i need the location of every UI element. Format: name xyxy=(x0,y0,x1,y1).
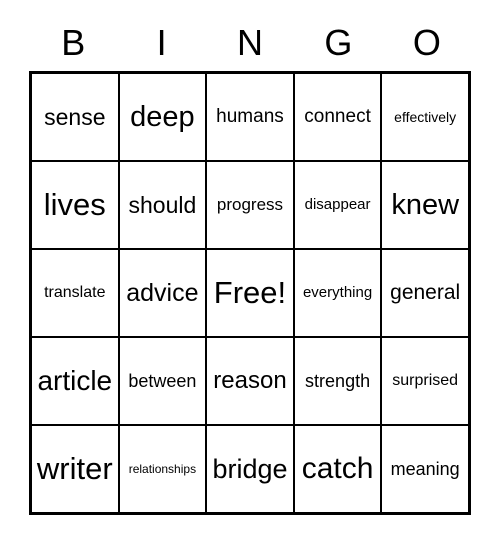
bingo-cell-label: disappear xyxy=(304,196,371,214)
bingo-header-row: B I N G O xyxy=(29,18,471,68)
bingo-cell[interactable]: meaning xyxy=(382,426,468,512)
bingo-cell-label: should xyxy=(128,191,197,218)
bingo-cell-label: writer xyxy=(36,450,113,486)
bingo-cell[interactable]: effectively xyxy=(382,74,468,160)
bingo-cell[interactable]: catch xyxy=(294,426,383,512)
bingo-cell-label: reason xyxy=(213,367,287,395)
bingo-cell-label: relationships xyxy=(128,461,197,476)
bingo-cell-label: progress xyxy=(216,195,284,215)
bingo-cell-label: strength xyxy=(305,370,371,391)
bingo-grid: sense deep humans connect effectively li… xyxy=(29,71,471,515)
bingo-cell-label: general xyxy=(390,280,461,304)
bingo-cell-label: translate xyxy=(44,283,106,301)
bingo-cell[interactable]: article xyxy=(32,338,120,424)
bingo-cell[interactable]: surprised xyxy=(382,338,468,424)
bingo-cell[interactable]: relationships xyxy=(119,426,208,512)
bingo-cell[interactable]: connect xyxy=(294,74,383,160)
bingo-cell-label: meaning xyxy=(390,458,460,479)
bingo-cell-label: advice xyxy=(126,278,199,307)
bingo-cell[interactable]: everything xyxy=(294,250,383,336)
bingo-cell-label: catch xyxy=(301,452,374,486)
bingo-row: lives should progress disappear knew xyxy=(32,162,468,250)
bingo-cell[interactable]: progress xyxy=(207,162,295,248)
bingo-cell-free-space[interactable]: Free! xyxy=(207,250,295,336)
bingo-cell[interactable]: sense xyxy=(32,74,120,160)
bingo-cell-label: article xyxy=(37,365,113,397)
bingo-cell-label: deep xyxy=(130,100,195,133)
bingo-cell-label: everything xyxy=(302,284,373,302)
bingo-header-letter-i: I xyxy=(156,22,167,63)
bingo-cell-label: knew xyxy=(391,188,460,221)
bingo-cell[interactable]: translate xyxy=(32,250,120,336)
bingo-header-letter-b: B xyxy=(61,22,86,63)
bingo-cell-label: connect xyxy=(304,106,371,128)
bingo-cell[interactable]: reason xyxy=(207,338,295,424)
bingo-header-letter-n: N xyxy=(237,22,264,63)
bingo-cell-label: bridge xyxy=(212,453,288,484)
bingo-row: translate advice Free! everything genera… xyxy=(32,250,468,338)
bingo-cell-label: sense xyxy=(44,103,106,130)
bingo-cell-label: humans xyxy=(216,106,284,128)
bingo-row: writer relationships bridge catch meanin… xyxy=(32,426,468,512)
bingo-cell[interactable]: knew xyxy=(382,162,468,248)
bingo-cell[interactable]: lives xyxy=(32,162,120,248)
bingo-cell-label: surprised xyxy=(392,371,459,389)
bingo-cell[interactable]: advice xyxy=(119,250,208,336)
bingo-cell-label: between xyxy=(128,370,197,391)
bingo-cell[interactable]: deep xyxy=(119,74,208,160)
bingo-cell[interactable]: between xyxy=(119,338,208,424)
bingo-cell-label: Free! xyxy=(213,274,287,310)
bingo-row: sense deep humans connect effectively xyxy=(32,74,468,162)
bingo-cell-label: effectively xyxy=(394,108,457,125)
bingo-cell[interactable]: writer xyxy=(32,426,120,512)
bingo-cell[interactable]: humans xyxy=(207,74,295,160)
bingo-cell[interactable]: strength xyxy=(294,338,383,424)
bingo-header-letter-o: O xyxy=(412,22,441,63)
bingo-row: article between reason strength surprise… xyxy=(32,338,468,426)
bingo-cell[interactable]: bridge xyxy=(207,426,295,512)
bingo-cell[interactable]: should xyxy=(119,162,208,248)
bingo-header-letter-g: G xyxy=(324,22,353,63)
bingo-card: B I N G O sense deep humans connect effe… xyxy=(0,0,501,544)
bingo-cell[interactable]: disappear xyxy=(294,162,383,248)
bingo-cell[interactable]: general xyxy=(382,250,468,336)
bingo-cell-label: lives xyxy=(43,186,106,222)
